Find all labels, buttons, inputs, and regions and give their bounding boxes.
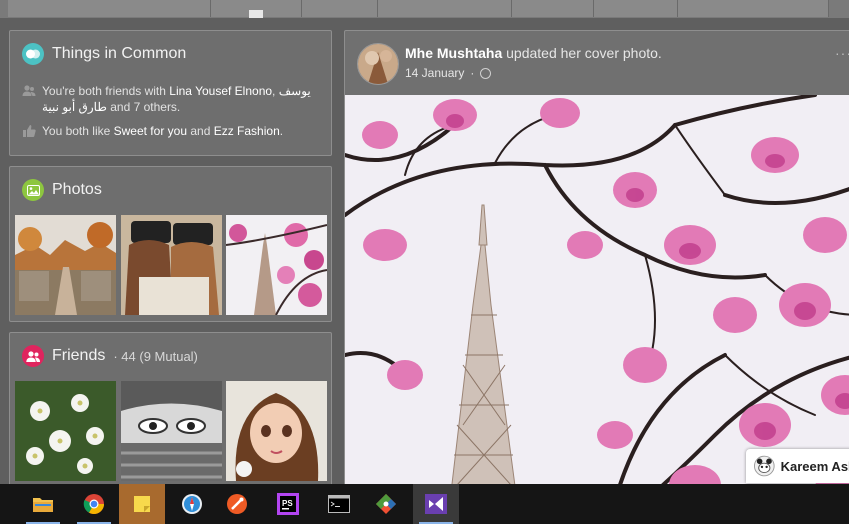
friends-group-icon: [22, 345, 44, 367]
chat-tab[interactable]: Kareem Ash: [746, 449, 849, 483]
mutual-friend-separator: ,: [272, 84, 276, 98]
anime-girl-drawing: [226, 381, 327, 481]
eiffel-tower-magnolia-photo: [345, 93, 849, 499]
photo-thumbnail[interactable]: [121, 215, 222, 315]
liked-page-link[interactable]: Sweet for you: [114, 124, 187, 138]
friend-thumbnail[interactable]: [15, 381, 116, 481]
mutual-likes-row: You both like Sweet for you and Ezz Fash…: [22, 123, 318, 139]
file-explorer-icon[interactable]: [20, 484, 66, 524]
active-tab-indicator: [249, 10, 263, 18]
taskbar: PS: [0, 484, 849, 524]
scarf-eyes-drawing: [121, 381, 222, 481]
sourcetree-icon[interactable]: [363, 484, 409, 524]
chat-avatar-icon: [754, 455, 775, 477]
visual-studio-icon[interactable]: [413, 484, 459, 524]
mutual-friends-row: You're both friends with Lina Yousef Eln…: [22, 83, 318, 115]
photo-thumbnail[interactable]: [226, 215, 327, 315]
safari-compass-icon[interactable]: [169, 484, 215, 524]
sticky-notes-icon[interactable]: [119, 484, 165, 524]
avatar-photo: [358, 44, 398, 84]
globe-icon[interactable]: [480, 67, 492, 79]
post-author-link[interactable]: Mhe Mushtaha: [405, 45, 502, 61]
top-tab[interactable]: [8, 0, 211, 17]
chrome-icon[interactable]: [71, 484, 117, 524]
friends-caps-photo: [121, 215, 222, 315]
autumn-path-photo: [15, 215, 116, 315]
mutual-friends-suffix[interactable]: and 7 others.: [110, 100, 180, 114]
friends-icon: [22, 85, 36, 96]
friend-thumbnail[interactable]: [226, 381, 327, 481]
photo-thumbnail[interactable]: [15, 215, 116, 315]
post-headline: Mhe Mushtaha updated her cover photo.: [405, 45, 662, 61]
mutual-likes-and: and: [190, 124, 211, 138]
mutual-circles-icon: [22, 43, 44, 65]
friends-card: Friends · 44 (9 Mutual): [9, 332, 332, 492]
chat-contact-name: Kareem Ash: [780, 458, 849, 474]
post-options-icon[interactable]: ···: [835, 45, 849, 61]
top-tab[interactable]: [378, 0, 512, 17]
top-tab[interactable]: [678, 0, 829, 17]
friends-count: · 44 (9 Mutual): [113, 348, 198, 364]
mutual-friend-link[interactable]: Lina Yousef Elnono: [169, 84, 272, 98]
things-in-common-card: Things in Common You're both friends wit…: [9, 30, 332, 156]
post-date-link[interactable]: 14 January: [405, 66, 464, 80]
mutual-likes-prefix: You both like: [42, 124, 111, 138]
photos-icon: [22, 179, 44, 201]
command-prompt-icon[interactable]: [316, 484, 362, 524]
things-in-common-title: Things in Common: [52, 45, 187, 62]
top-tab[interactable]: [594, 0, 678, 17]
postman-icon[interactable]: [214, 484, 260, 524]
top-tab[interactable]: [512, 0, 594, 17]
cover-photo-post: Mhe Mushtaha updated her cover photo. 14…: [344, 30, 849, 500]
post-action-text: updated her cover photo.: [506, 45, 662, 61]
svg-text:PS: PS: [282, 499, 293, 508]
post-meta: 14 January ·: [405, 66, 492, 80]
white-flowers-photo: [15, 381, 116, 481]
author-avatar[interactable]: [357, 43, 399, 85]
phpstorm-icon[interactable]: PS: [265, 484, 311, 524]
top-tab[interactable]: [302, 0, 378, 17]
mutual-likes-end: .: [279, 124, 284, 138]
friends-title[interactable]: Friends: [52, 347, 105, 365]
eiffel-blossom-photo: [226, 215, 327, 315]
friend-thumbnail[interactable]: [121, 381, 222, 481]
mutual-friends-prefix: You're both friends with: [42, 84, 166, 98]
cover-photo[interactable]: [345, 93, 849, 499]
photos-title[interactable]: Photos: [52, 181, 102, 199]
liked-page-link[interactable]: Ezz Fashion: [214, 124, 280, 138]
separator-dot: ·: [470, 66, 475, 80]
top-tab-bar: [0, 0, 849, 18]
photos-card: Photos: [9, 166, 332, 322]
thumbs-up-icon: [23, 125, 36, 137]
